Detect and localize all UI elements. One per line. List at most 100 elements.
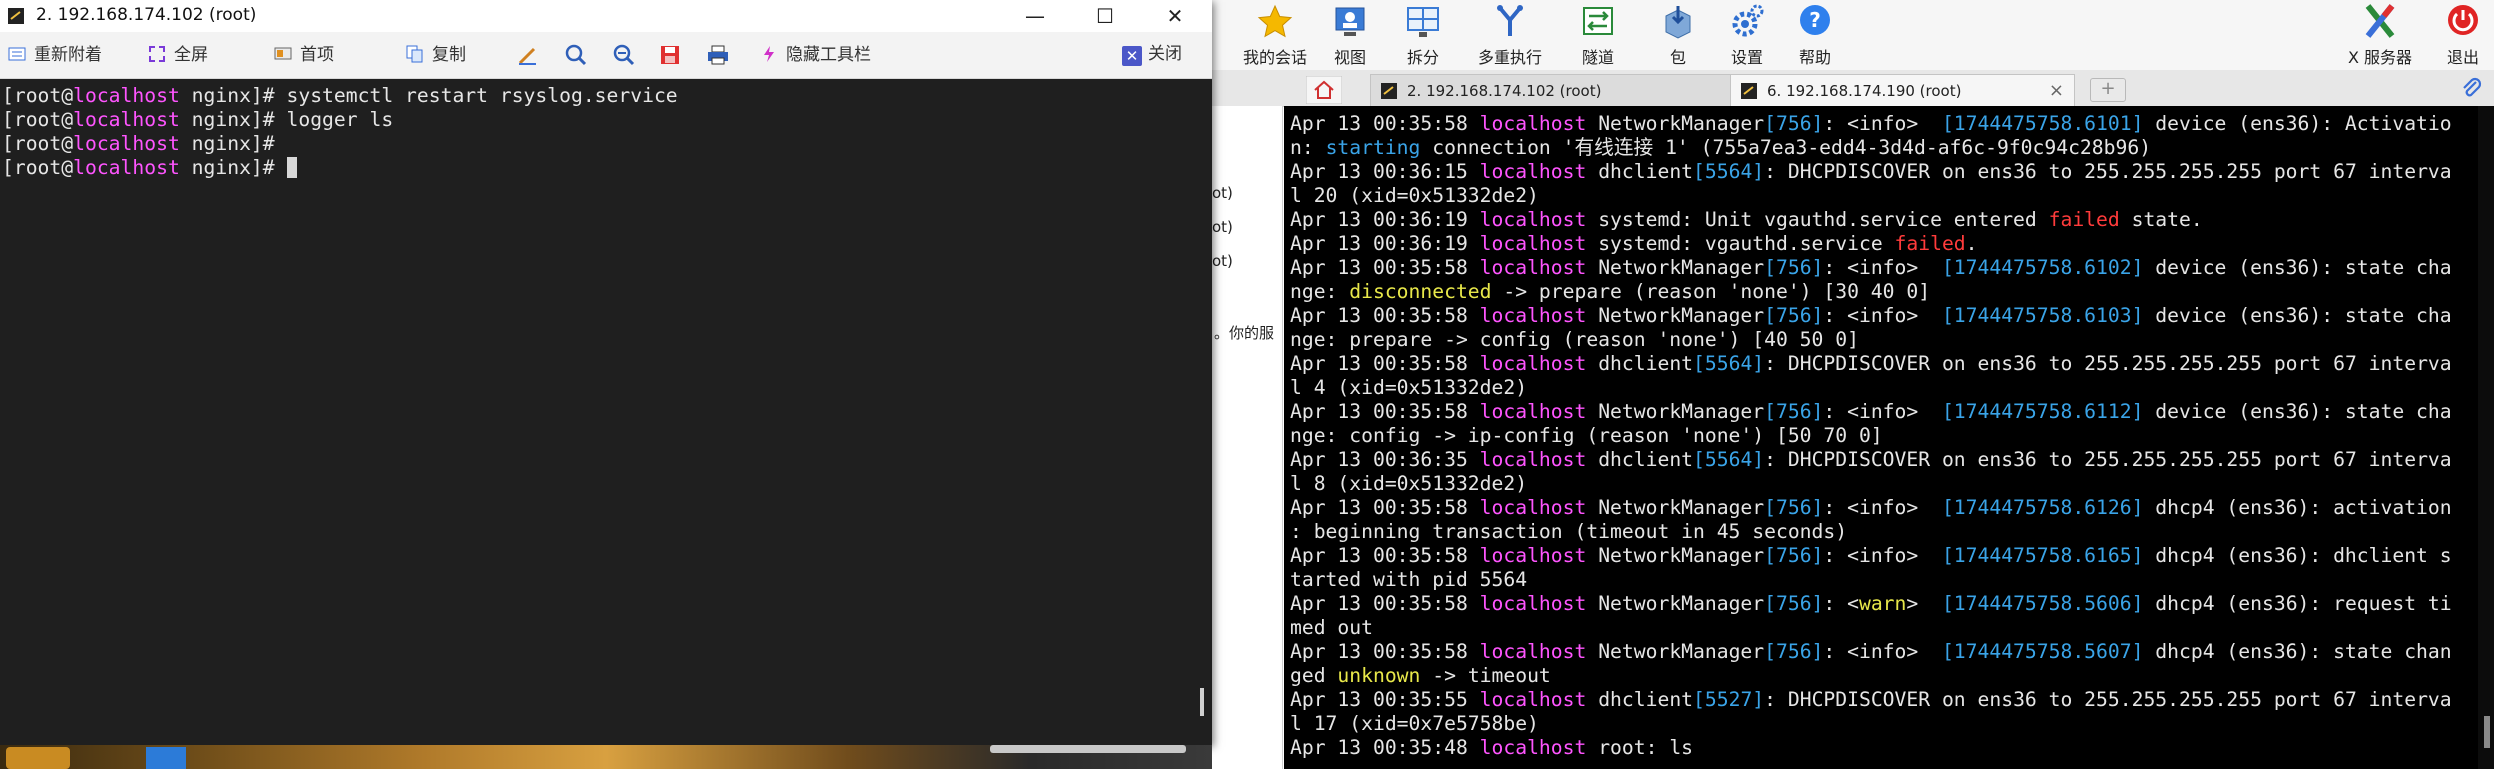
save-icon[interactable] — [658, 43, 682, 67]
paperclip-icon[interactable] — [2460, 76, 2482, 100]
tab-label: 2. 192.168.174.102 (root) — [1407, 82, 1602, 100]
copy-button[interactable]: 复制 — [406, 44, 466, 66]
my-sessions-button[interactable]: 我的会话 — [1240, 0, 1310, 68]
log-ts-text: [1744475758.5607] — [1941, 640, 2144, 663]
home-icon[interactable] — [1306, 76, 1342, 104]
options-button[interactable]: 首项 — [274, 44, 334, 66]
settings-button[interactable]: 设置 — [1722, 0, 1772, 68]
log-text: dhcp4 (ens36): dhclient s — [2143, 544, 2452, 567]
log-line: Apr 13 00:36:15 localhost dhclient[5564]… — [1290, 160, 2470, 184]
package-label: 包 — [1669, 48, 1686, 67]
scrollbar-thumb[interactable] — [2484, 716, 2490, 748]
log-host-text: localhost — [1479, 256, 1587, 279]
horizontal-scrollbar[interactable] — [990, 745, 1186, 753]
log-text: Apr 13 00:35:58 — [1290, 400, 1480, 423]
log-line: l 8 (xid=0x51332de2) — [1290, 472, 2470, 496]
right-terminal-scrollbar[interactable] — [2478, 106, 2494, 769]
zoom-out-icon[interactable] — [612, 43, 636, 67]
log-pid-text: [756] — [1764, 640, 1824, 663]
left-terminal[interactable]: [root@localhost nginx]# systemctl restar… — [0, 80, 1212, 745]
left-terminal-scrollbar[interactable] — [1190, 80, 1212, 745]
desktop-app-icon[interactable] — [146, 747, 186, 769]
log-text: -> prepare (reason 'none') [30 40 0] — [1491, 280, 1931, 303]
log-text: : <info> — [1823, 544, 1942, 567]
fullscreen-label: 全屏 — [174, 45, 208, 65]
log-text: l 17 (xid=0x7e5758be) — [1290, 712, 1539, 735]
copy-label: 复制 — [432, 45, 466, 65]
log-text: Apr 13 00:35:58 — [1290, 256, 1480, 279]
prompt-user: [root@ — [2, 132, 74, 155]
multi-exec-button[interactable]: 多重执行 — [1472, 0, 1548, 68]
help-button[interactable]: ? 帮助 — [1790, 0, 1840, 68]
log-text: dhclient — [1586, 352, 1694, 375]
log-yel-text: disconnected — [1349, 280, 1492, 303]
window-title: 2. 192.168.174.102 (root) — [36, 5, 257, 25]
x-server-button[interactable]: X 服务器 — [2342, 0, 2418, 68]
log-line: n: starting connection '有线连接 1' (755a7ea… — [1290, 136, 2470, 160]
help-icon: ? — [1800, 5, 1830, 35]
log-ts-text: [1744475758.6102] — [1941, 256, 2144, 279]
window-titlebar[interactable]: 2. 192.168.174.102 (root) — ☐ ✕ — [0, 0, 1212, 32]
log-ts-text: [1744475758.6101] — [1941, 112, 2144, 135]
log-line: : beginning transaction (timeout in 45 s… — [1290, 520, 2470, 544]
tab-session-6[interactable]: 6. 192.168.174.190 (root) × — [1730, 74, 2075, 106]
hide-toolbar-button[interactable]: 隐藏工具栏 — [760, 44, 871, 66]
package-icon — [1665, 6, 1691, 39]
tab-close-icon[interactable]: × — [2049, 75, 2064, 107]
close-toolbar-button[interactable]: ✕ 关闭 — [1122, 42, 1182, 66]
split-button[interactable]: 拆分 — [1398, 0, 1448, 68]
log-text: device (ens36): state cha — [2143, 400, 2452, 423]
side-text: ot) — [1212, 218, 1233, 236]
log-text: Apr 13 00:36:15 — [1290, 160, 1480, 183]
log-line: Apr 13 00:35:48 localhost root: ls — [1290, 736, 2470, 760]
terminal-line: [root@localhost nginx]# — [2, 132, 678, 156]
log-ts-text: [1744475758.6103] — [1941, 304, 2144, 327]
log-red-text: failed — [2048, 208, 2120, 231]
log-text: : <info> — [1823, 256, 1942, 279]
log-text: : <info> — [1823, 640, 1942, 663]
log-pid-text: [756] — [1764, 112, 1824, 135]
lightning-icon — [764, 46, 774, 62]
prompt-user: [root@ — [2, 108, 74, 131]
close-icon: ✕ — [1122, 46, 1142, 66]
log-text: : <info> — [1823, 112, 1942, 135]
new-tab-button[interactable]: + — [2090, 78, 2126, 102]
prompt-user: [root@ — [2, 156, 74, 179]
minimize-button[interactable]: — — [1000, 0, 1070, 32]
reconnect-button[interactable]: 重新附着 — [8, 44, 102, 66]
log-text: Apr 13 00:35:58 — [1290, 112, 1480, 135]
close-window-button[interactable]: ✕ — [1140, 0, 1210, 32]
settings-label: 设置 — [1730, 48, 1763, 67]
edit-icon[interactable] — [516, 43, 540, 67]
log-text: : <info> — [1823, 400, 1942, 423]
log-text: Apr 13 00:35:58 — [1290, 304, 1480, 327]
log-text: NetworkManager — [1586, 112, 1765, 135]
print-icon[interactable] — [706, 43, 730, 67]
log-line: Apr 13 00:35:58 localhost NetworkManager… — [1290, 640, 2470, 664]
log-text: Apr 13 00:35:58 — [1290, 592, 1480, 615]
log-text: systemd: vgauthd.service — [1586, 232, 1895, 255]
terminal-tab-icon — [1381, 83, 1397, 99]
log-text: dhclient — [1586, 688, 1694, 711]
prompt-host: localhost — [73, 108, 180, 131]
log-text: dhcp4 (ens36): state chan — [2143, 640, 2452, 663]
log-text: dhcp4 (ens36): request ti — [2143, 592, 2452, 615]
desktop-app-icon[interactable] — [6, 747, 70, 769]
tunnel-button[interactable]: 隧道 — [1573, 0, 1623, 68]
copy-icon — [406, 45, 423, 63]
star-icon — [1257, 4, 1293, 38]
log-line: Apr 13 00:36:19 localhost systemd: vgaut… — [1290, 232, 2470, 256]
scrollbar-thumb[interactable] — [1200, 688, 1204, 716]
view-button[interactable]: 视图 — [1325, 0, 1375, 68]
log-host-text: localhost — [1479, 304, 1587, 327]
log-text: : DHCPDISCOVER on ens36 to 255.255.255.2… — [1764, 352, 2452, 375]
zoom-in-icon[interactable] — [564, 43, 588, 67]
fullscreen-button[interactable]: 全屏 — [148, 44, 208, 66]
package-button[interactable]: 包 — [1653, 0, 1703, 68]
log-pid-text: [756] — [1764, 544, 1824, 567]
log-text: Apr 13 00:35:48 — [1290, 736, 1480, 759]
session-side-panel: ot) ot) ot) 。你的服 — [1210, 106, 1283, 769]
exit-button[interactable]: 退出 — [2440, 0, 2486, 68]
maximize-button[interactable]: ☐ — [1070, 0, 1140, 32]
right-terminal[interactable]: Apr 13 00:35:58 localhost NetworkManager… — [1284, 106, 2494, 769]
